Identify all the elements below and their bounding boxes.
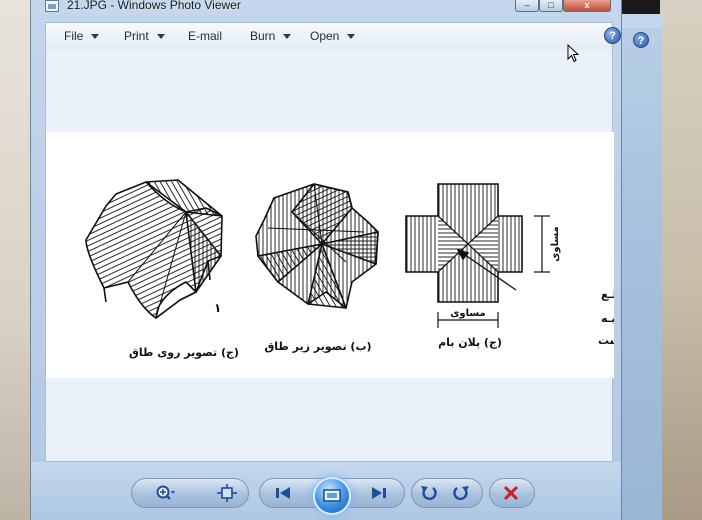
note-line-3: ۴۵ درجه است [598, 334, 614, 347]
delete-icon[interactable] [501, 484, 521, 502]
photo-viewer-window: 21.JPG - Windows Photo Viewer – □ x File… [30, 0, 702, 520]
minimize-button[interactable]: – [515, 0, 539, 12]
slideshow-button[interactable] [313, 477, 351, 515]
mouse-pointer-icon [567, 44, 580, 63]
figure-mark: ۱ [214, 301, 221, 315]
vault-under-view-figure [255, 183, 379, 309]
rotate-counterclockwise-icon[interactable] [419, 484, 439, 502]
label-equal-vertical: مساوی [550, 226, 561, 262]
window-title: 21.JPG - Windows Photo Viewer [67, 0, 241, 12]
desktop-background-left [0, 0, 30, 520]
slideshow-icon [323, 489, 341, 502]
caption-roof-view: (ج) تصویر روی طاق [129, 346, 239, 360]
chevron-down-icon [91, 34, 100, 40]
caption-plan: (ج) پلان بام [438, 336, 502, 350]
menu-bar: File Print E-mail Burn Open ? [45, 22, 621, 50]
close-button[interactable]: x [563, 0, 611, 12]
menu-email-label: E-mail [188, 29, 223, 43]
menu-print[interactable]: Print [124, 29, 165, 43]
vault-plan-figure [405, 183, 550, 328]
vault-top-view-figure [85, 179, 223, 319]
menu-file-label: File [64, 29, 84, 43]
next-icon[interactable] [369, 484, 389, 502]
menu-burn[interactable]: Burn [250, 29, 292, 43]
menu-open-label: Open [310, 29, 340, 43]
background-window-titlebar [619, 14, 663, 28]
label-equal-horizontal: مساوی [450, 308, 486, 319]
menu-print-label: Print [124, 29, 149, 43]
menu-open[interactable]: Open [310, 29, 356, 43]
vault-drawing: (ج) تصویر روی طاق (ب) تصویر زیر طاق (ج) … [85, 179, 702, 360]
help-icon[interactable]: ? [604, 27, 621, 44]
menu-file[interactable]: File [64, 29, 100, 43]
menu-email[interactable]: E-mail [188, 29, 222, 43]
menu-burn-label: Burn [250, 29, 276, 43]
title-bar: 21.JPG - Windows Photo Viewer – □ x [31, 0, 621, 14]
zoom-icon[interactable] [155, 484, 175, 502]
caption-under-view: (ب) تصویر زیر طاق [264, 340, 371, 353]
chevron-down-icon [156, 34, 165, 40]
rotate-clockwise-icon[interactable] [451, 484, 471, 502]
note-line-2: مستقیم و با زاویـه [601, 312, 614, 325]
photo-viewer-app-icon [45, 0, 59, 12]
background-help-icon[interactable]: ? [633, 32, 649, 48]
previous-icon[interactable] [273, 484, 293, 502]
desktop-background-right [660, 0, 702, 520]
background-window: ? [618, 14, 663, 520]
chevron-down-icon [347, 34, 356, 40]
note-line-1: خطـوط تقــاطـع [601, 288, 614, 301]
maximize-button[interactable]: □ [539, 0, 563, 12]
image-viewport[interactable]: (ج) تصویر روی طاق (ب) تصویر زیر طاق (ج) … [45, 50, 702, 462]
chevron-down-icon [283, 34, 292, 40]
displayed-photo: (ج) تصویر روی طاق (ب) تصویر زیر طاق (ج) … [46, 132, 702, 378]
actual-size-icon[interactable] [217, 484, 237, 502]
